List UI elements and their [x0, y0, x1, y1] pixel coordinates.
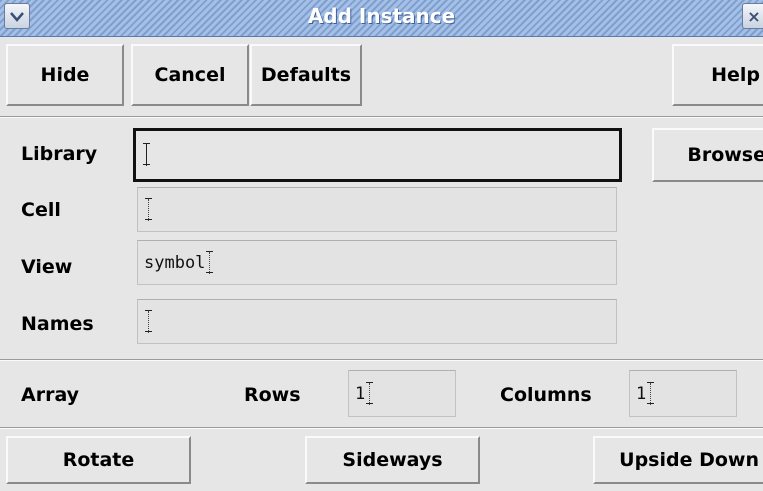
hide-button[interactable]: Hide	[6, 44, 124, 106]
separator	[0, 359, 763, 361]
names-input[interactable]	[137, 299, 617, 344]
columns-input[interactable]: 1	[629, 370, 737, 417]
separator	[0, 116, 763, 118]
close-icon: ×	[747, 6, 761, 26]
rotate-button[interactable]: Rotate	[6, 436, 191, 484]
cancel-button[interactable]: Cancel	[131, 44, 249, 106]
text-cursor-icon	[647, 381, 655, 407]
array-label: Array	[21, 384, 80, 406]
text-cursor-icon	[145, 197, 153, 223]
names-label: Names	[21, 313, 94, 335]
cell-input[interactable]	[137, 187, 617, 232]
columns-label: Columns	[500, 384, 592, 406]
text-cursor-icon	[206, 250, 214, 276]
defaults-button[interactable]: Defaults	[250, 44, 362, 106]
upside-down-button[interactable]: Upside Down	[593, 436, 763, 484]
text-cursor-icon	[143, 142, 151, 168]
window-close-button[interactable]: ×	[742, 3, 763, 29]
separator	[0, 427, 763, 429]
view-label: View	[21, 256, 73, 278]
library-input[interactable]	[133, 128, 622, 182]
sideways-button[interactable]: Sideways	[305, 436, 480, 484]
text-cursor-icon	[366, 381, 374, 407]
window-title: Add Instance	[307, 4, 456, 28]
browse-button[interactable]: Browse	[652, 128, 763, 182]
help-button[interactable]: Help	[672, 44, 763, 106]
view-input[interactable]: symbol	[137, 240, 617, 285]
rows-label: Rows	[244, 384, 301, 406]
window-titlebar[interactable]: Add Instance ×	[0, 0, 763, 37]
rows-input[interactable]: 1	[348, 370, 456, 417]
cell-label: Cell	[21, 199, 61, 221]
library-label: Library	[21, 143, 98, 165]
text-cursor-icon	[145, 309, 153, 335]
